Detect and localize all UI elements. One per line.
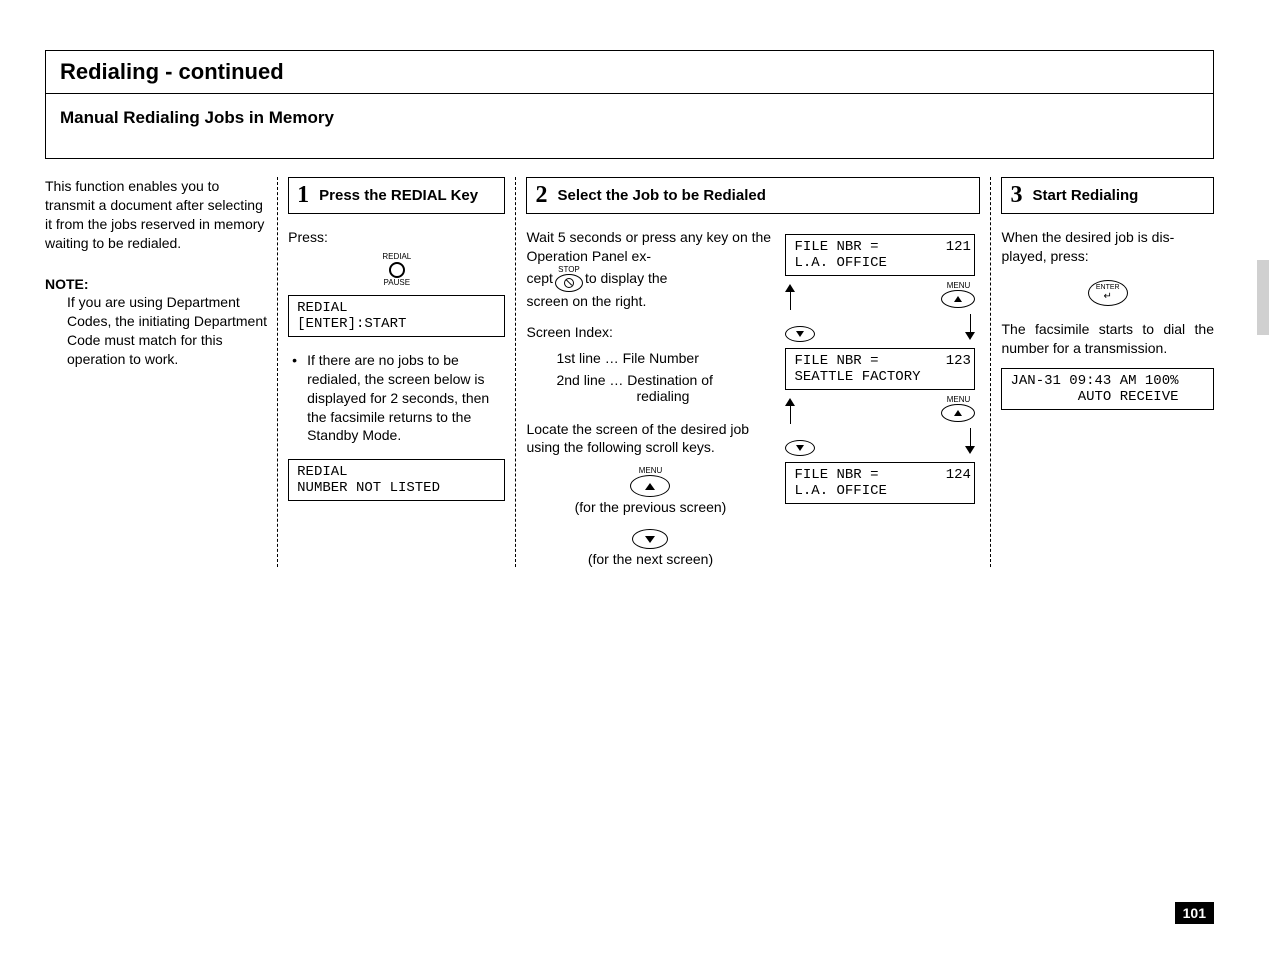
- step2-para1b-row: cept STOP to display the: [526, 266, 774, 292]
- file-lcd: FILE NBR = 124 L.A. OFFICE: [785, 462, 975, 504]
- down-button-icon: [785, 440, 815, 456]
- lcd-line: AUTO RECEIVE: [1010, 389, 1178, 405]
- step1-lcd1: REDIAL [ENTER]:START: [288, 295, 505, 337]
- arrow-down-icon: [965, 314, 975, 340]
- menu-button-block: MENU (for the previous screen): [526, 467, 774, 515]
- menu-label: MENU: [947, 396, 971, 404]
- step2-column: 2 Select the Job to be Redialed Wait 5 s…: [526, 177, 980, 567]
- down-button-block: (for the next screen): [526, 529, 774, 567]
- menu-label: MENU: [639, 467, 663, 475]
- screen-index-2a: 2nd line … Destination of: [556, 372, 774, 388]
- screen-index-1: 1st line … File Number: [556, 350, 774, 366]
- arrow-up-icon: [785, 398, 795, 424]
- step3-column: 3 Start Redialing When the desired job i…: [1001, 177, 1214, 567]
- file-lcd: FILE NBR = 123 SEATTLE FACTORY: [785, 348, 975, 390]
- step1-press-label: Press:: [288, 228, 505, 247]
- menu-label: MENU: [947, 282, 971, 290]
- lcd-line: REDIAL: [297, 464, 347, 480]
- menu-mini: MENU: [941, 396, 975, 422]
- arrow-row: MENU: [785, 282, 975, 312]
- content-columns: This function enables you to transmit a …: [45, 177, 1214, 567]
- arrow-up-icon: [785, 284, 795, 310]
- step1-column: 1 Press the REDIAL Key Press: REDIAL PAU…: [288, 177, 505, 567]
- bullet-icon: •: [292, 351, 297, 445]
- page-title: Redialing - continued: [46, 51, 1213, 94]
- stop-button-diagram: STOP: [555, 266, 583, 292]
- step3-para2: The facsimile starts to dial the number …: [1001, 320, 1214, 358]
- step3-para1: When the desired job is dis­played, pres…: [1001, 228, 1214, 266]
- step2-para1b-b: to display the: [585, 269, 668, 288]
- redial-button-icon: [389, 262, 405, 278]
- stop-label: STOP: [558, 266, 580, 274]
- redial-label-bottom: PAUSE: [384, 279, 411, 287]
- arrow-row: MENU: [785, 396, 975, 426]
- step3-lcd: JAN-31 09:43 AM 100% AUTO RECEIVE: [1001, 368, 1214, 410]
- screen-index-2b: redialing: [636, 388, 774, 404]
- arrow-down-icon: [965, 428, 975, 454]
- lcd-line: SEATTLE FACTORY: [794, 369, 920, 385]
- stop-button-icon: [555, 274, 583, 292]
- step2-number: 2: [535, 182, 547, 209]
- step2-para1b-a: cept: [526, 269, 552, 288]
- step2-header: 2 Select the Job to be Redialed: [526, 177, 980, 214]
- menu-mini: MENU: [941, 282, 975, 308]
- side-tab: [1257, 260, 1269, 335]
- arrow-row: [785, 426, 975, 456]
- step1-bullet-text: If there are no jobs to be redialed, the…: [307, 351, 505, 445]
- lcd-line: L.A. OFFICE: [794, 483, 886, 499]
- down-button-icon: [785, 326, 815, 342]
- down-button-icon: [632, 529, 668, 549]
- lcd-line: FILE NBR = 123: [794, 353, 970, 369]
- screen-index-label: Screen Index:: [526, 323, 774, 342]
- enter-button-icon: ENTER ↵: [1088, 280, 1128, 306]
- step3-header: 3 Start Redialing: [1001, 177, 1214, 214]
- step2-para1c: screen on the right.: [526, 292, 774, 311]
- column-divider: [277, 177, 278, 567]
- step2-title: Select the Job to be Redialed: [557, 187, 765, 204]
- page-subtitle: Manual Redialing Jobs in Memory: [46, 94, 1213, 158]
- redial-label-top: REDIAL: [382, 253, 411, 261]
- header-block: Redialing - continued Manual Redialing J…: [45, 50, 1214, 159]
- intro-paragraph: This function enables you to transmit a …: [45, 177, 267, 253]
- note-label: NOTE:: [45, 275, 267, 294]
- step1-number: 1: [297, 182, 309, 209]
- column-divider: [515, 177, 516, 567]
- column-divider: [990, 177, 991, 567]
- enter-button-block: ENTER ↵: [1001, 280, 1214, 306]
- step2-para1a: Wait 5 seconds or press any key on the O…: [526, 228, 774, 266]
- redial-button-diagram: REDIAL PAUSE: [288, 253, 505, 287]
- step3-number: 3: [1010, 182, 1022, 209]
- lcd-line: FILE NBR = 121: [794, 239, 970, 255]
- enter-label: ENTER: [1096, 284, 1120, 291]
- intro-column: This function enables you to transmit a …: [45, 177, 267, 567]
- menu-up-button-icon: [941, 290, 975, 308]
- step2-para2: Locate the screen of the de­sired job us…: [526, 420, 774, 458]
- note-body: If you are using Department Codes, the i…: [67, 293, 267, 369]
- step2-left: Wait 5 seconds or press any key on the O…: [526, 228, 774, 567]
- step1-title: Press the REDIAL Key: [319, 187, 478, 204]
- file-lcd: FILE NBR = 121 L.A. OFFICE: [785, 234, 975, 276]
- step2-file-stack: FILE NBR = 121 L.A. OFFICE MENU FILE NBR…: [780, 228, 980, 567]
- menu-up-button-icon: [941, 404, 975, 422]
- prev-caption: (for the previous screen): [575, 499, 727, 515]
- lcd-line: FILE NBR = 124: [794, 467, 970, 483]
- page-number: 101: [1175, 902, 1214, 924]
- lcd-line: NUMBER NOT LISTED: [297, 480, 440, 496]
- step1-lcd2: REDIAL NUMBER NOT LISTED: [288, 459, 505, 501]
- lcd-line: [ENTER]:START: [297, 316, 406, 332]
- step1-bullet: • If there are no jobs to be redialed, t…: [288, 351, 505, 445]
- step3-title: Start Redialing: [1032, 187, 1138, 204]
- enter-symbol-icon: ↵: [1104, 292, 1112, 302]
- lcd-line: JAN-31 09:43 AM 100%: [1010, 373, 1178, 389]
- menu-up-button-icon: [630, 475, 670, 497]
- lcd-line: REDIAL: [297, 300, 347, 316]
- arrow-row: [785, 312, 975, 342]
- next-caption: (for the next screen): [588, 551, 713, 567]
- step1-header: 1 Press the REDIAL Key: [288, 177, 505, 214]
- lcd-line: L.A. OFFICE: [794, 255, 886, 271]
